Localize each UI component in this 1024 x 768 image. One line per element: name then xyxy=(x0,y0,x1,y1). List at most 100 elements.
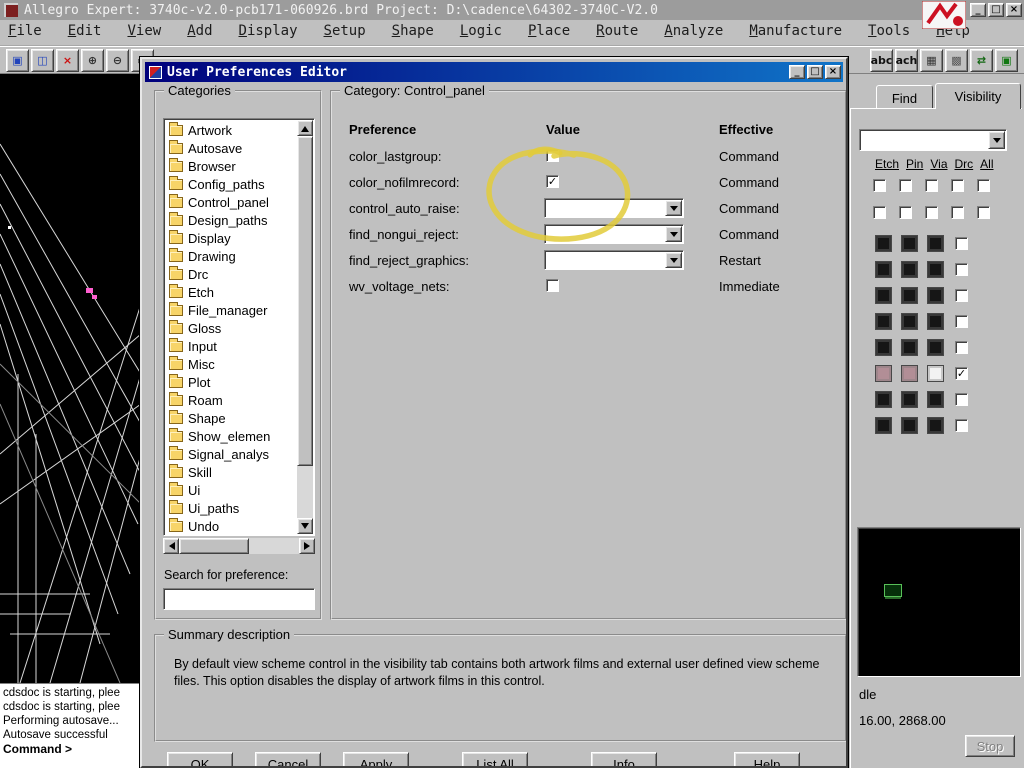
toolbar-swap-icon[interactable]: ⇄ xyxy=(970,49,993,72)
layer-swatch[interactable] xyxy=(927,261,944,278)
visibility-checkbox[interactable] xyxy=(925,179,938,192)
info-button[interactable]: Info xyxy=(591,752,657,766)
apply-button[interactable]: Apply xyxy=(343,752,409,766)
column-link-all[interactable]: All xyxy=(980,157,993,171)
tree-item-design_paths[interactable]: Design_paths xyxy=(166,211,296,229)
layer-swatch[interactable] xyxy=(927,235,944,252)
toolbar-zoom-out-icon[interactable]: ⊖ xyxy=(106,49,129,72)
command-prompt[interactable]: Command > xyxy=(3,742,138,757)
tree-item-misc[interactable]: Misc xyxy=(166,355,296,373)
visibility-checkbox[interactable] xyxy=(977,206,990,219)
scroll-left-button[interactable] xyxy=(163,538,179,554)
menu-edit[interactable]: Edit xyxy=(68,23,102,39)
layer-swatch[interactable] xyxy=(927,339,944,356)
scroll-right-button[interactable] xyxy=(299,538,315,554)
dropdown-button[interactable] xyxy=(665,200,682,216)
tree-item-undo[interactable]: Undo xyxy=(166,517,296,533)
layer-swatch[interactable] xyxy=(927,313,944,330)
menu-place[interactable]: Place xyxy=(528,23,570,39)
toolbar-color-icon[interactable]: ▣ xyxy=(995,49,1018,72)
layer-swatch[interactable] xyxy=(875,365,892,382)
layer-checkbox[interactable] xyxy=(955,315,968,328)
visibility-checkbox[interactable] xyxy=(873,179,886,192)
layer-swatch[interactable] xyxy=(875,235,892,252)
tree-item-control_panel[interactable]: Control_panel xyxy=(166,193,296,211)
tree-item-display[interactable]: Display xyxy=(166,229,296,247)
toolbar-zoom-in-icon[interactable]: ⊕ xyxy=(81,49,104,72)
layer-swatch[interactable] xyxy=(875,417,892,434)
toolbar-grid-icon[interactable]: ▦ xyxy=(920,49,943,72)
dropdown-button[interactable] xyxy=(665,252,682,268)
layer-checkbox[interactable] xyxy=(955,393,968,406)
layer-swatch[interactable] xyxy=(927,417,944,434)
tree-item-shape[interactable]: Shape xyxy=(166,409,296,427)
list-all-button[interactable]: List All xyxy=(462,752,528,766)
tree-item-browser[interactable]: Browser xyxy=(166,157,296,175)
preference-checkbox[interactable] xyxy=(546,149,559,162)
scroll-down-button[interactable] xyxy=(297,518,313,534)
tree-item-signal_analys[interactable]: Signal_analys xyxy=(166,445,296,463)
dialog-minimize-button[interactable]: _ xyxy=(789,65,805,79)
visibility-checkbox[interactable] xyxy=(977,179,990,192)
dialog-close-button[interactable]: × xyxy=(825,65,841,79)
layer-checkbox[interactable] xyxy=(955,263,968,276)
column-link-drc[interactable]: Drc xyxy=(955,157,974,171)
pcb-canvas[interactable] xyxy=(0,74,141,683)
layer-swatch[interactable] xyxy=(901,313,918,330)
tree-item-gloss[interactable]: Gloss xyxy=(166,319,296,337)
column-link-pin[interactable]: Pin xyxy=(906,157,923,171)
menu-display[interactable]: Display xyxy=(239,23,298,39)
tab-find[interactable]: Find xyxy=(876,85,933,109)
layer-checkbox[interactable] xyxy=(955,237,968,250)
stop-button[interactable]: Stop xyxy=(965,735,1015,757)
layer-swatch[interactable] xyxy=(901,339,918,356)
window-close-button[interactable]: × xyxy=(1006,3,1022,17)
menu-route[interactable]: Route xyxy=(596,23,638,39)
layer-checkbox[interactable] xyxy=(955,419,968,432)
dialog-maximize-button[interactable]: □ xyxy=(807,65,823,79)
help-button[interactable]: Help xyxy=(734,752,800,766)
layer-swatch[interactable] xyxy=(901,235,918,252)
visibility-checkbox[interactable] xyxy=(873,206,886,219)
layer-swatch[interactable] xyxy=(927,391,944,408)
tree-item-show_elemen[interactable]: Show_elemen xyxy=(166,427,296,445)
preference-checkbox[interactable] xyxy=(546,279,559,292)
visibility-checkbox[interactable] xyxy=(899,206,912,219)
tree-item-input[interactable]: Input xyxy=(166,337,296,355)
tree-item-ui_paths[interactable]: Ui_paths xyxy=(166,499,296,517)
toolbar-shadow-mode-icon[interactable]: ▩ xyxy=(945,49,968,72)
layer-swatch[interactable] xyxy=(901,261,918,278)
tree-item-roam[interactable]: Roam xyxy=(166,391,296,409)
tree-item-etch[interactable]: Etch xyxy=(166,283,296,301)
menu-view[interactable]: View xyxy=(127,23,161,39)
tree-item-file_manager[interactable]: File_manager xyxy=(166,301,296,319)
window-maximize-button[interactable]: □ xyxy=(988,3,1004,17)
layer-swatch[interactable] xyxy=(927,365,944,382)
scroll-up-button[interactable] xyxy=(297,120,313,136)
ok-button[interactable]: OK xyxy=(167,752,233,766)
toolbar-text-attach-icon[interactable]: ach xyxy=(895,49,918,72)
layer-swatch[interactable] xyxy=(901,417,918,434)
layer-swatch[interactable] xyxy=(901,391,918,408)
view-selector[interactable] xyxy=(859,129,1007,151)
visibility-checkbox[interactable] xyxy=(925,206,938,219)
tree-item-skill[interactable]: Skill xyxy=(166,463,296,481)
toolbar-delete-icon[interactable]: × xyxy=(56,49,79,72)
menu-shape[interactable]: Shape xyxy=(392,23,434,39)
menu-analyze[interactable]: Analyze xyxy=(664,23,723,39)
tree-item-drc[interactable]: Drc xyxy=(166,265,296,283)
layer-swatch[interactable] xyxy=(875,287,892,304)
tree-hscroll-thumb[interactable] xyxy=(179,538,249,554)
layer-checkbox[interactable] xyxy=(955,341,968,354)
layer-swatch[interactable] xyxy=(901,287,918,304)
menu-tools[interactable]: Tools xyxy=(868,23,910,39)
toolbar-windows-cascade-icon[interactable]: ▣ xyxy=(6,49,29,72)
tree-vertical-scrollbar[interactable] xyxy=(297,120,313,534)
tree-horizontal-scrollbar[interactable] xyxy=(163,538,315,554)
layer-swatch[interactable] xyxy=(901,365,918,382)
menu-file[interactable]: File xyxy=(8,23,42,39)
layer-checkbox[interactable]: ✓ xyxy=(955,367,968,380)
menu-logic[interactable]: Logic xyxy=(460,23,502,39)
tree-item-config_paths[interactable]: Config_paths xyxy=(166,175,296,193)
column-link-via[interactable]: Via xyxy=(930,157,947,171)
